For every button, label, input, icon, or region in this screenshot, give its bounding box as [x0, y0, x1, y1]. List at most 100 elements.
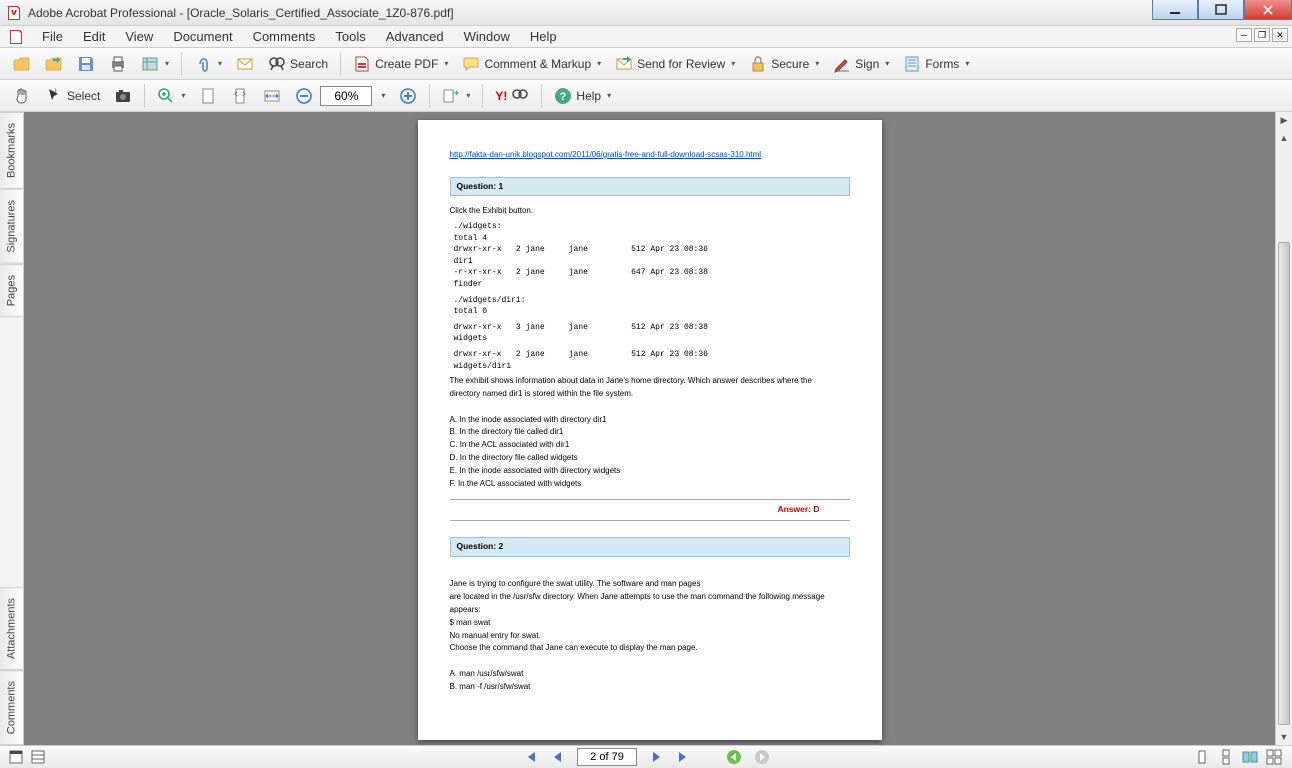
app-icon	[6, 5, 22, 21]
menu-file[interactable]: File	[32, 27, 73, 46]
sidebar-tab-attachments[interactable]: Attachments	[0, 587, 23, 670]
q2-opt-a: A. man /usr/sfw/swat	[450, 669, 850, 680]
menu-edit[interactable]: Edit	[73, 27, 115, 46]
q1-answer: Answer: D	[777, 504, 819, 514]
mdi-minimize-button[interactable]: ─	[1236, 28, 1252, 42]
attach-button[interactable]: ▾	[187, 51, 229, 77]
print-button[interactable]	[102, 51, 134, 77]
q1-opt-a: A. In the inode associated with director…	[450, 415, 850, 426]
q1-exhibit-4: drwxr-xr-x 2 jane jane 512 Apr 23 08:36 …	[454, 349, 850, 372]
q2-opt-b: B. man -f /usr/sfw/swat	[450, 682, 850, 693]
zoom-input[interactable]	[320, 86, 372, 106]
question-2-header: Question: 2	[450, 537, 850, 556]
vertical-scrollbar[interactable]: ▶ ▲ ▼	[1275, 112, 1292, 745]
statusbar	[0, 745, 1292, 768]
zoom-dropdown-button[interactable]: ▾	[372, 83, 392, 109]
scrollbar-thumb[interactable]	[1278, 242, 1290, 725]
menu-comments[interactable]: Comments	[243, 27, 326, 46]
send-review-label: Send for Review	[637, 57, 725, 71]
open-button[interactable]	[6, 51, 38, 77]
q1-opt-c: C. In the ACL associated with dir1	[450, 440, 850, 451]
forward-view-button[interactable]	[753, 748, 771, 766]
fit-width-button[interactable]	[256, 83, 288, 109]
comment-markup-button[interactable]: Comment & Markup▾	[455, 51, 608, 77]
q1-body-1: The exhibit shows information about data…	[450, 376, 850, 387]
q1-exhibit-1: ./widgets: total 4 drwxr-xr-x 2 jane jan…	[454, 221, 850, 291]
scroll-right-arrow-icon[interactable]: ▶	[1276, 112, 1292, 129]
help-button[interactable]: ?Help▾	[547, 83, 618, 109]
q2-line-1: Jane is trying to configure the swat uti…	[450, 579, 850, 590]
sidebar-tab-signatures[interactable]: Signatures	[0, 189, 23, 264]
mdi-close-button[interactable]: ✕	[1272, 28, 1288, 42]
window-titlebar: Adobe Acrobat Professional - [Oracle_Sol…	[0, 0, 1292, 26]
facing-view-icon[interactable]	[1242, 749, 1258, 765]
document-icon	[8, 29, 24, 45]
continuous-view-icon[interactable]	[1218, 749, 1234, 765]
forms-button[interactable]: Forms▾	[896, 51, 976, 77]
sidebar-tab-pages[interactable]: Pages	[0, 264, 23, 317]
help-label: Help	[576, 89, 601, 103]
open-folder-button[interactable]	[38, 51, 70, 77]
q1-opt-e: E. In the inode associated with director…	[450, 466, 850, 477]
page-input[interactable]	[577, 748, 637, 766]
q2-line-2: are located in the /usr/sfw directory. W…	[450, 592, 850, 603]
yahoo-search-button[interactable]: Y!	[488, 83, 536, 109]
scroll-down-arrow-icon[interactable]: ▼	[1276, 728, 1292, 745]
single-page-view-icon[interactable]	[1194, 749, 1210, 765]
q1-opt-d: D. In the directory file called widgets	[450, 453, 850, 464]
page-size-icon[interactable]	[8, 749, 24, 765]
window-maximize-button[interactable]	[1198, 0, 1244, 20]
sign-button[interactable]: Sign▾	[826, 51, 896, 77]
continuous-facing-view-icon[interactable]	[1266, 749, 1282, 765]
zoom-out-button[interactable]	[288, 83, 320, 109]
last-page-button[interactable]	[675, 748, 693, 766]
q2-line-4: $ man swat	[450, 618, 850, 629]
create-pdf-button[interactable]: Create PDF▾	[346, 51, 455, 77]
toolbar-secondary: ISelect ▾ ▾ ▾ Y! ?Help▾	[0, 80, 1292, 112]
organizer-button[interactable]: ▾	[134, 51, 176, 77]
hand-tool-button[interactable]	[6, 83, 38, 109]
export-button[interactable]: ▾	[435, 83, 477, 109]
menu-advanced[interactable]: Advanced	[376, 27, 454, 46]
scroll-up-arrow-icon[interactable]: ▲	[1276, 129, 1292, 146]
search-button[interactable]: Search	[261, 51, 335, 77]
snapshot-tool-button[interactable]	[107, 83, 139, 109]
next-page-button[interactable]	[647, 748, 665, 766]
first-page-button[interactable]	[521, 748, 539, 766]
email-button[interactable]	[229, 51, 261, 77]
pdf-page: http://fakta-dan-unik.blogspot.com/2011/…	[418, 120, 882, 740]
fit-page-button[interactable]	[224, 83, 256, 109]
zoom-in-tool-button[interactable]: ▾	[150, 83, 192, 109]
secure-label: Secure	[771, 57, 809, 71]
menu-tools[interactable]: Tools	[325, 27, 375, 46]
menu-document[interactable]: Document	[163, 27, 242, 46]
menu-window[interactable]: Window	[454, 27, 520, 46]
q1-body-2: directory named dir1 is stored within th…	[450, 389, 850, 400]
forms-label: Forms	[925, 57, 959, 71]
search-label: Search	[290, 57, 328, 71]
save-button[interactable]	[70, 51, 102, 77]
select-tool-button[interactable]: ISelect	[38, 83, 107, 109]
window-minimize-button[interactable]	[1152, 0, 1198, 20]
actual-size-button[interactable]	[192, 83, 224, 109]
sidebar-tab-bookmarks[interactable]: Bookmarks	[0, 112, 23, 189]
window-close-button[interactable]	[1244, 0, 1292, 20]
svg-text:?: ?	[560, 91, 567, 103]
document-link[interactable]: http://fakta-dan-unik.blogspot.com/2011/…	[450, 150, 762, 159]
sign-label: Sign	[855, 57, 879, 71]
page-layout-icon[interactable]	[30, 749, 46, 765]
q1-opt-f: F. In the ACL associated with widgets	[450, 479, 850, 490]
prev-page-button[interactable]	[549, 748, 567, 766]
zoom-in-button[interactable]	[392, 83, 424, 109]
secure-button[interactable]: Secure▾	[742, 51, 826, 77]
send-for-review-button[interactable]: Send for Review▾	[608, 51, 742, 77]
menu-view[interactable]: View	[115, 27, 163, 46]
mdi-restore-button[interactable]: ❐	[1254, 28, 1270, 42]
back-view-button[interactable]	[725, 748, 743, 766]
select-label: Select	[67, 89, 100, 103]
q2-line-3: appears:	[450, 605, 850, 616]
menu-help[interactable]: Help	[520, 27, 567, 46]
question-1-header: Question: 1	[450, 177, 850, 196]
document-viewport[interactable]: http://fakta-dan-unik.blogspot.com/2011/…	[24, 112, 1275, 745]
sidebar-tab-comments[interactable]: Comments	[0, 670, 23, 745]
